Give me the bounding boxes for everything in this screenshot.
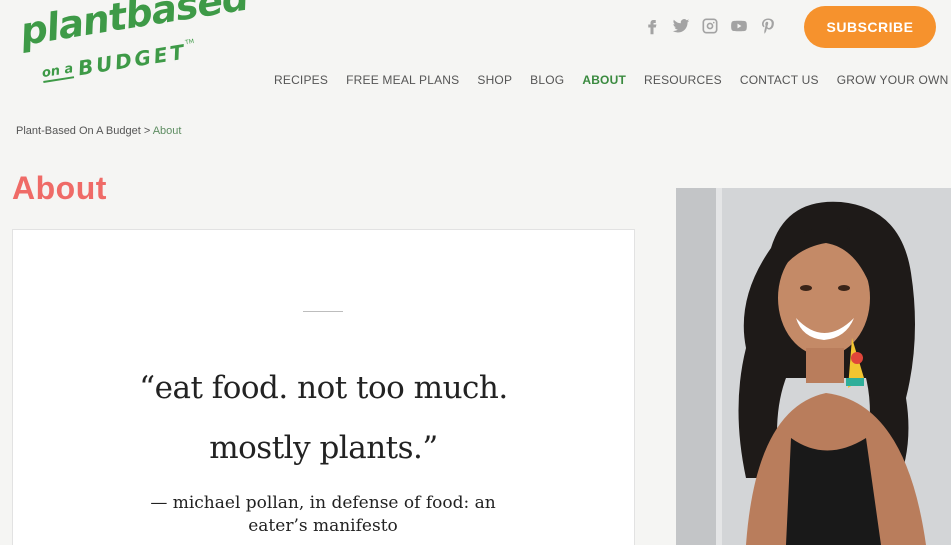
nav-item-shop[interactable]: SHOP — [477, 73, 512, 87]
nav-item-blog[interactable]: BLOG — [530, 73, 564, 87]
breadcrumb: Plant-Based On A Budget > About — [16, 125, 181, 137]
page-title: About — [12, 170, 107, 206]
author-photo — [676, 188, 951, 545]
nav-item-recipes[interactable]: RECIPES — [274, 73, 328, 87]
nav-item-free-meal-plans[interactable]: FREE MEAL PLANS — [346, 73, 459, 87]
logo-wordmark: plantbased — [17, 0, 251, 54]
site-logo[interactable]: plantbased on aBUDGETTM — [17, 0, 251, 104]
social-links — [642, 16, 778, 36]
quote-line-2: mostly plants.” — [209, 430, 438, 466]
quote-attribution-line-1: — michael pollan, in defense of food: an — [150, 493, 496, 513]
breadcrumb-current: About — [152, 125, 182, 137]
quote-line-1: “eat food. not too much. — [139, 370, 508, 406]
nav-item-about[interactable]: ABOUT — [582, 73, 626, 87]
logo-on-a: on a — [40, 61, 75, 84]
nav-item-contact-us[interactable]: CONTACT US — [740, 73, 819, 87]
breadcrumb-home[interactable]: Plant-Based On A Budget — [16, 125, 141, 137]
subscribe-button[interactable]: SUBSCRIBE — [804, 6, 936, 48]
quote-text: “eat food. not too much. mostly plants.” — [13, 358, 634, 478]
logo-budget: BUDGET — [76, 39, 189, 81]
nav-item-resources[interactable]: RESOURCES — [644, 73, 722, 87]
logo-trademark: TM — [184, 38, 195, 47]
quote-divider — [303, 311, 343, 312]
main-nav: RECIPES FREE MEAL PLANS SHOP BLOG ABOUT … — [274, 71, 951, 89]
quote-attribution: — michael pollan, in defense of food: an… — [143, 492, 503, 538]
nav-item-grow-your-own[interactable]: GROW YOUR OWN — [837, 73, 949, 87]
pinterest-icon[interactable] — [758, 16, 778, 36]
facebook-icon[interactable] — [642, 16, 662, 36]
twitter-icon[interactable] — [671, 16, 691, 36]
breadcrumb-separator: > — [143, 125, 151, 137]
quote-attribution-line-2: eater’s manifesto — [248, 516, 398, 536]
quote-card: “eat food. not too much. mostly plants.”… — [12, 229, 635, 545]
instagram-icon[interactable] — [700, 16, 720, 36]
youtube-icon[interactable] — [729, 16, 749, 36]
